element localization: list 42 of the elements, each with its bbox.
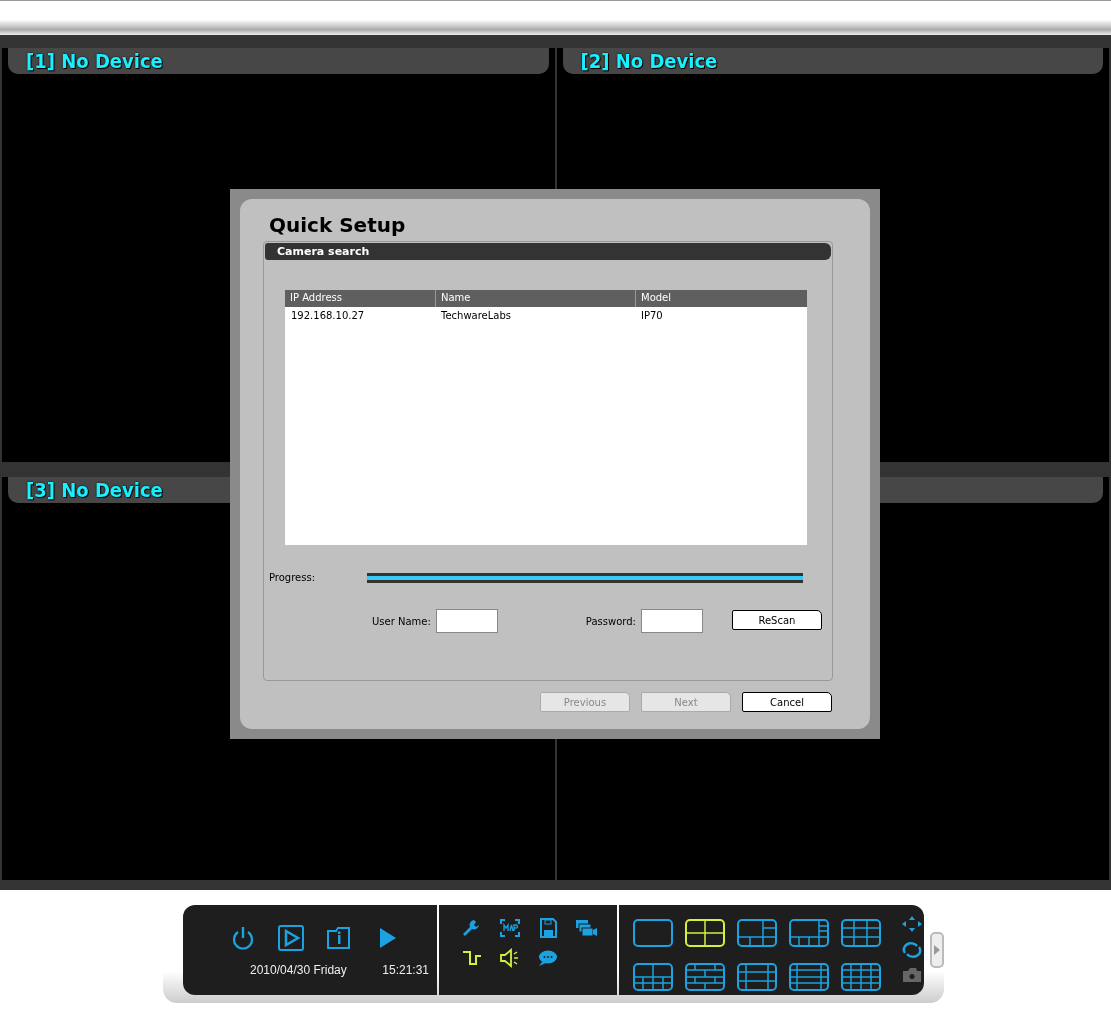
pane-label: [3] No Device bbox=[26, 478, 163, 502]
progress-label: Progress: bbox=[269, 572, 316, 583]
table-cell-text: IP70 bbox=[640, 309, 664, 323]
column-header[interactable]: Name bbox=[435, 290, 635, 307]
info-folder-icon[interactable] bbox=[326, 925, 352, 951]
table-cell-text: 192.168.10.27 bbox=[290, 309, 366, 323]
grid-layout-icon[interactable] bbox=[841, 919, 881, 947]
rescan-button[interactable]: ReScan bbox=[731, 610, 822, 630]
map-icon[interactable] bbox=[499, 918, 521, 938]
grid-layout-icon[interactable] bbox=[789, 963, 829, 991]
right-arrow-icon bbox=[934, 945, 940, 955]
camera-icon[interactable] bbox=[901, 967, 923, 983]
date-label: 2010/04/30 Friday bbox=[250, 963, 347, 977]
playback-icon[interactable] bbox=[278, 925, 304, 951]
speaker-icon[interactable] bbox=[499, 948, 521, 968]
user-name-field[interactable] bbox=[435, 609, 498, 633]
power-icon[interactable] bbox=[230, 925, 256, 951]
section-header: Camera search bbox=[265, 243, 831, 260]
grid-layout-icon[interactable] bbox=[685, 963, 725, 991]
dialog-title: Quick Setup bbox=[269, 213, 407, 237]
cameras-icon[interactable] bbox=[575, 918, 597, 938]
pane-label: [1] No Device bbox=[26, 49, 163, 73]
pane-label: [2] No Device bbox=[580, 49, 718, 73]
column-header[interactable]: IP Address bbox=[285, 290, 435, 307]
pulse-signal-icon[interactable] bbox=[461, 948, 483, 968]
wizard-button[interactable]: Cancel bbox=[742, 692, 832, 712]
grid-layout-icon[interactable] bbox=[737, 919, 777, 947]
chat-bubble-icon[interactable] bbox=[537, 948, 559, 968]
column-header[interactable]: Model bbox=[635, 290, 807, 307]
grid-layout-icon[interactable] bbox=[633, 919, 673, 947]
expand-button[interactable] bbox=[930, 932, 944, 968]
table-cell-text: TechwareLabs bbox=[440, 309, 512, 323]
password-label: Password: bbox=[585, 615, 636, 627]
grid-layout-icon[interactable] bbox=[737, 963, 777, 991]
user-name-label: User Name: bbox=[372, 615, 431, 627]
grid-layout-icon[interactable] bbox=[789, 919, 829, 947]
time-label: 15:21:31 bbox=[382, 963, 429, 977]
password-field[interactable] bbox=[640, 609, 703, 633]
refresh-icon[interactable] bbox=[901, 941, 923, 959]
grid-layout-icon[interactable] bbox=[633, 963, 673, 991]
grid-layout-icon[interactable] bbox=[841, 963, 881, 991]
move-arrows-icon[interactable] bbox=[901, 915, 923, 933]
